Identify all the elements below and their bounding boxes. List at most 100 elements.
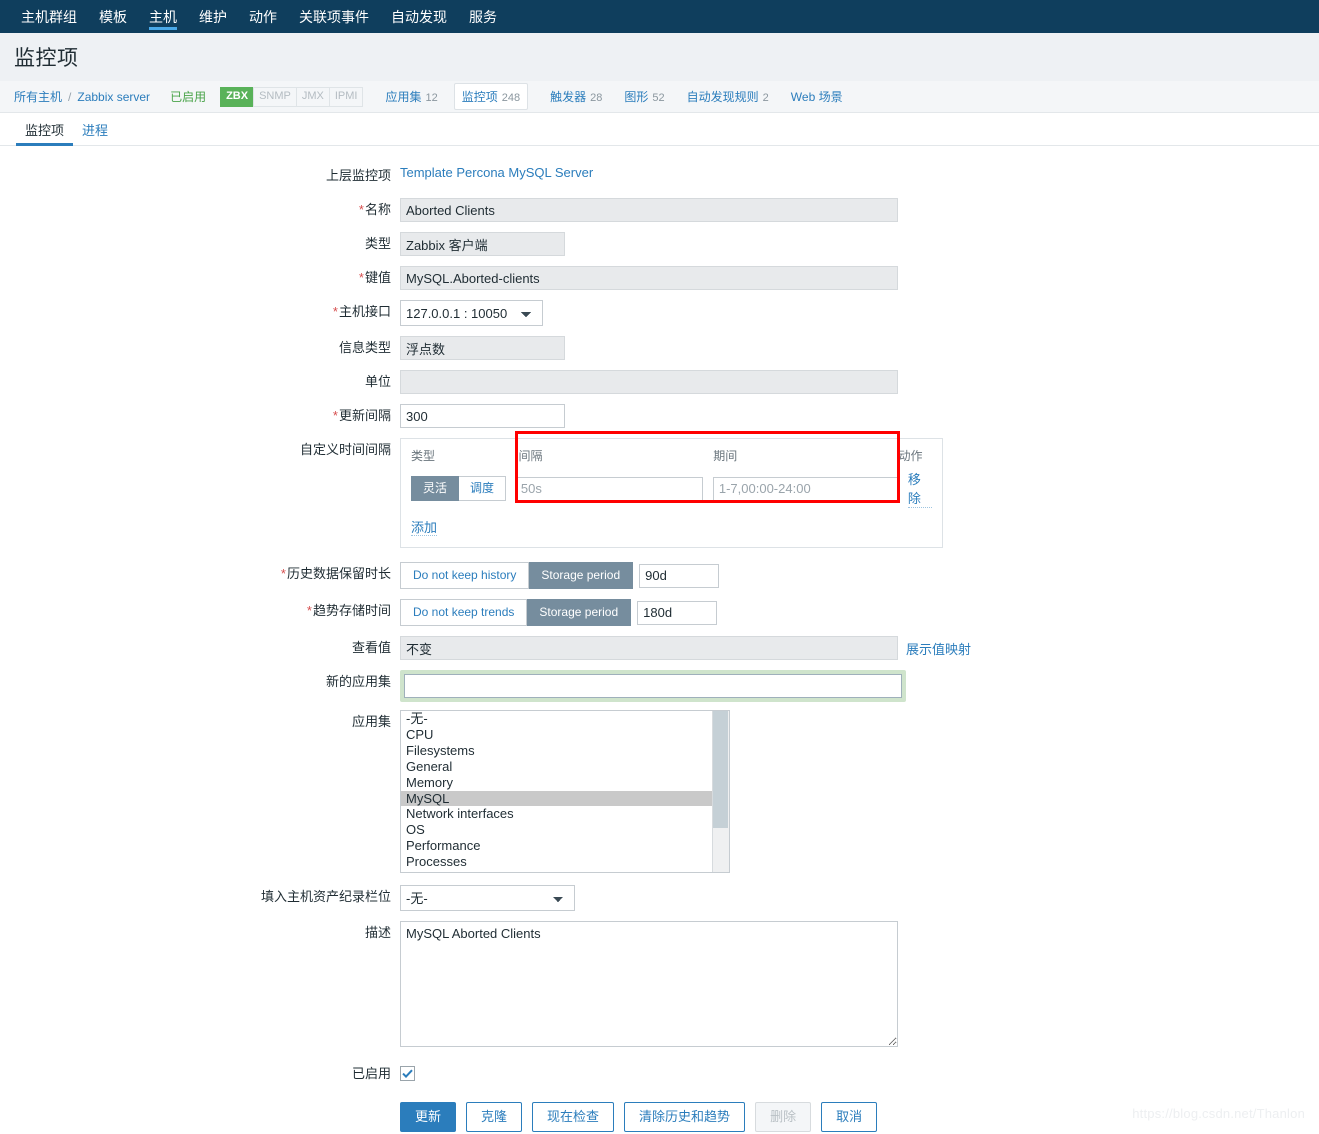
- check-now-button[interactable]: 现在检查: [532, 1102, 615, 1132]
- value-map-input[interactable]: [400, 636, 898, 660]
- field-row-custom-intervals: 自定义时间间隔 类型 间隔 期间 动作 灵活 调度 移除: [0, 431, 1319, 548]
- field-row-host-interface: *主机接口 127.0.0.1 : 10050: [0, 300, 1319, 326]
- trends-value-input[interactable]: [637, 600, 718, 625]
- nav-item-actions[interactable]: 动作: [238, 0, 288, 33]
- list-item[interactable]: Network interfaces: [401, 806, 729, 822]
- label-applications: 应用集: [351, 714, 391, 729]
- crumb-tab-discovery-rules[interactable]: 自动发现规则 2: [687, 88, 769, 105]
- label-key: *键值: [358, 270, 391, 285]
- label-new-application: 新的应用集: [325, 674, 391, 689]
- clone-button[interactable]: 克隆: [466, 1102, 523, 1132]
- list-item[interactable]: Filesystems: [401, 743, 729, 759]
- new-application-focus-ring: [400, 670, 906, 702]
- host-interface-select[interactable]: 127.0.0.1 : 10050: [400, 300, 543, 326]
- crumb-tab-items[interactable]: 监控项 248: [453, 83, 529, 110]
- remove-interval-link[interactable]: 移除: [907, 469, 932, 508]
- inventory-field-select[interactable]: -无-: [400, 885, 575, 911]
- description-textarea[interactable]: MySQL Aborted Clients: [400, 921, 898, 1047]
- badge-snmp[interactable]: SNMP: [253, 86, 296, 107]
- crumb-tab-label: 自动发现规则: [686, 90, 759, 104]
- breadcrumb: 所有主机 / Zabbix server 已启用 ZBX SNMP JMX IP…: [0, 81, 1319, 113]
- nav-label: 关联项事件: [299, 8, 369, 25]
- list-item[interactable]: CPU: [401, 727, 729, 743]
- trends-segment-group: Do not keep trends Storage period: [400, 599, 1319, 626]
- toggle-scheduling[interactable]: 调度: [459, 476, 507, 501]
- required-marker: *: [306, 603, 312, 618]
- nav-item-hosts[interactable]: 主机: [138, 0, 188, 33]
- list-item[interactable]: General: [401, 759, 729, 775]
- update-interval-input[interactable]: [400, 404, 565, 428]
- list-item-selected[interactable]: MySQL: [401, 790, 729, 807]
- main-navigation: 主机群组 模板 主机 维护 动作 关联项事件 自动发现 服务: [0, 0, 1319, 33]
- nav-item-maintenance[interactable]: 维护: [188, 0, 238, 33]
- label-value-map: 查看值: [351, 640, 391, 655]
- show-value-mappings-link[interactable]: 展示值映射: [906, 639, 971, 658]
- field-row-value-map: 查看值 展示值映射: [0, 636, 1319, 660]
- listbox-scrollbar[interactable]: [712, 711, 729, 872]
- enabled-checkbox[interactable]: [400, 1066, 415, 1081]
- nav-label: 主机: [149, 8, 177, 25]
- field-row-update-interval: *更新间隔: [0, 404, 1319, 428]
- label-enabled: 已启用: [351, 1066, 391, 1081]
- nav-label: 主机群组: [21, 8, 77, 25]
- label-type: 类型: [364, 236, 391, 251]
- breadcrumb-all-hosts[interactable]: 所有主机: [14, 88, 62, 105]
- crumb-tab-triggers[interactable]: 触发器 28: [550, 88, 602, 105]
- crumb-tab-graphs[interactable]: 图形 52: [624, 88, 664, 105]
- applications-listbox[interactable]: -无- CPU Filesystems General Memory MySQL…: [400, 710, 730, 873]
- interval-input[interactable]: [514, 476, 703, 501]
- history-do-not-keep-button[interactable]: Do not keep history: [400, 562, 530, 589]
- nav-item-discovery[interactable]: 自动发现: [380, 0, 458, 33]
- period-input[interactable]: [712, 476, 898, 501]
- update-button[interactable]: 更新: [400, 1102, 457, 1132]
- add-interval-wrapper: 添加: [411, 517, 932, 537]
- list-item[interactable]: Memory: [401, 775, 729, 791]
- tab-preprocessing[interactable]: 进程: [73, 113, 117, 145]
- listbox-scrollbar-thumb[interactable]: [713, 711, 728, 828]
- breadcrumb-host[interactable]: Zabbix server: [77, 90, 150, 104]
- history-value-input[interactable]: [639, 563, 720, 588]
- nav-item-services[interactable]: 服务: [458, 0, 508, 33]
- add-interval-link[interactable]: 添加: [411, 520, 438, 536]
- field-row-name: *名称: [0, 198, 1319, 222]
- parent-item-link[interactable]: Template Percona MySQL Server: [400, 165, 593, 180]
- toggle-flexible[interactable]: 灵活: [411, 476, 460, 501]
- label-description: 描述: [364, 925, 391, 940]
- history-storage-period-button[interactable]: Storage period: [529, 562, 634, 589]
- trends-storage-period-button[interactable]: Storage period: [527, 599, 632, 626]
- crumb-tab-label: Web 场景: [790, 90, 843, 104]
- nav-item-host-groups[interactable]: 主机群组: [10, 0, 88, 33]
- new-application-input[interactable]: [404, 674, 902, 698]
- name-input[interactable]: [400, 198, 898, 222]
- nav-item-correlation[interactable]: 关联项事件: [288, 0, 380, 33]
- nav-item-templates[interactable]: 模板: [88, 0, 138, 33]
- sub-tab-bar: 监控项 进程: [0, 113, 1319, 146]
- badge-ipmi[interactable]: IPMI: [328, 86, 364, 107]
- clear-history-and-trends-button[interactable]: 清除历史和趋势: [624, 1102, 746, 1132]
- field-row-inventory: 填入主机资产纪录栏位 -无-: [0, 885, 1319, 911]
- field-row-enabled: 已启用: [0, 1062, 1319, 1086]
- list-item[interactable]: OS: [401, 822, 729, 838]
- check-icon: [402, 1069, 413, 1078]
- value-type-input[interactable]: [400, 336, 565, 360]
- tab-label: 监控项: [25, 122, 65, 138]
- custom-intervals-box: 类型 间隔 期间 动作 灵活 调度 移除 添加: [400, 431, 943, 548]
- badge-jmx[interactable]: JMX: [295, 86, 329, 107]
- list-item[interactable]: -无-: [401, 711, 729, 727]
- badge-zbx[interactable]: ZBX: [220, 86, 254, 107]
- tab-item[interactable]: 监控项: [16, 113, 74, 146]
- list-item[interactable]: Processes: [401, 854, 729, 870]
- type-input[interactable]: [400, 232, 565, 256]
- crumb-tab-count: 2: [762, 92, 769, 104]
- trends-do-not-keep-button[interactable]: Do not keep trends: [400, 599, 528, 626]
- key-input[interactable]: [400, 266, 898, 290]
- field-row-history: *历史数据保留时长 Do not keep history Storage pe…: [0, 562, 1319, 589]
- watermark: https://blog.csdn.net/Thanlon: [1132, 1106, 1305, 1121]
- cancel-button[interactable]: 取消: [821, 1102, 878, 1132]
- crumb-tab-web-scenarios[interactable]: Web 场景: [791, 88, 843, 105]
- units-input[interactable]: [400, 370, 898, 394]
- crumb-tab-applications[interactable]: 应用集 12: [385, 88, 437, 105]
- label-host-interface: *主机接口: [332, 304, 391, 319]
- list-item[interactable]: Performance: [401, 838, 729, 854]
- label-update-interval: *更新间隔: [332, 408, 391, 423]
